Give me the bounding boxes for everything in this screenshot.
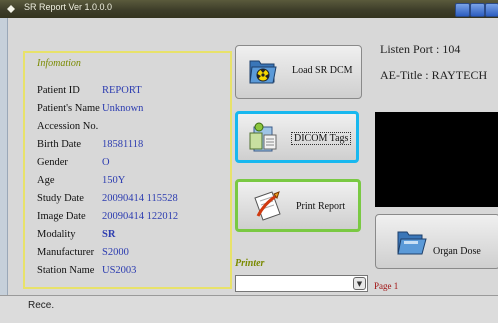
dicom-tags-label: DICOM Tags [291, 132, 352, 145]
station-name-value: US2003 [102, 265, 137, 276]
folder-radiation-icon [249, 60, 277, 84]
birth-date-value: 18581118 [102, 139, 144, 150]
printer-select[interactable]: ▼ [235, 275, 368, 292]
accession-no-label: Accession No. [37, 121, 99, 132]
image-date-label: Image Date [37, 211, 86, 222]
close-button[interactable] [485, 3, 498, 17]
gender-label: Gender [37, 157, 68, 168]
load-sr-dcm-button[interactable]: Load SR DCM [235, 45, 362, 99]
study-date-label: Study Date [37, 193, 84, 204]
age-label: Age [37, 175, 55, 186]
printer-label: Printer [235, 258, 265, 269]
station-name-label: Station Name [37, 265, 95, 276]
organ-dose-label: Organ Dose [433, 246, 481, 257]
status-text: Rece. [28, 300, 55, 311]
image-date-value: 20090414 122012 [102, 211, 179, 222]
maximize-button[interactable] [470, 3, 485, 17]
title-bar[interactable]: SR Report Ver 1.0.0.0 [0, 0, 498, 18]
load-sr-dcm-label: Load SR DCM [292, 65, 353, 76]
window-title: SR Report Ver 1.0.0.0 [24, 2, 113, 12]
listen-port-text: Listen Port : 104 [380, 42, 461, 56]
modality-label: Modality [37, 229, 76, 240]
manufacturer-label: Manufacturer [37, 247, 95, 258]
patient-name-label: Patient's Name [37, 103, 100, 114]
information-heading: Infomation [37, 58, 81, 69]
patient-name-value: Unknown [102, 103, 144, 114]
information-panel: Infomation Patient ID REPORT Patient's N… [23, 51, 232, 289]
dicom-tags-button[interactable]: DICOM Tags [235, 111, 359, 163]
gender-value: O [102, 157, 110, 168]
manufacturer-value: S2000 [102, 247, 129, 258]
chevron-down-icon[interactable]: ▼ [353, 277, 366, 290]
dicom-tags-icon [249, 122, 277, 152]
preview-panel [375, 112, 498, 207]
print-report-label: Print Report [296, 201, 346, 212]
patient-id-value: REPORT [102, 85, 142, 96]
app-icon [7, 5, 15, 13]
minimize-button[interactable] [455, 3, 470, 17]
app-window: SR Report Ver 1.0.0.0 Infomation Patient… [0, 0, 498, 323]
patient-id-label: Patient ID [37, 85, 80, 96]
ae-title-text: AE-Title : RAYTECH [380, 68, 488, 82]
organ-dose-button[interactable]: Organ Dose [375, 214, 498, 269]
print-report-button[interactable]: Print Report [235, 179, 361, 232]
modality-value: SR [102, 229, 116, 240]
status-bar: Rece. [0, 295, 498, 323]
study-date-value: 20090414 115528 [102, 193, 178, 204]
birth-date-label: Birth Date [37, 139, 82, 150]
print-report-icon [254, 191, 281, 221]
age-value: 150Y [102, 175, 126, 186]
folder-icon [397, 231, 427, 255]
page-label: Page 1 [374, 281, 399, 291]
